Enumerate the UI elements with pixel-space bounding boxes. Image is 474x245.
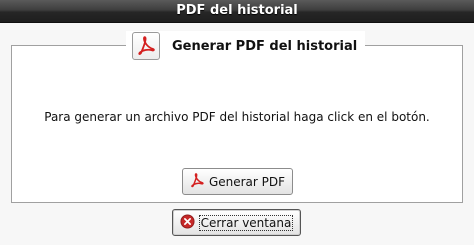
window-title: PDF del historial (176, 3, 298, 18)
window-titlebar[interactable]: PDF del historial (0, 0, 474, 23)
panel-legend: Generar PDF del historial (126, 31, 366, 61)
pdf-icon (190, 172, 204, 191)
generate-pdf-button[interactable]: Generar PDF (182, 168, 293, 195)
generate-pdf-label: Generar PDF (208, 174, 286, 189)
close-window-label: Cerrar ventana (198, 214, 294, 231)
pdf-icon (132, 32, 160, 60)
close-circle-icon (180, 213, 195, 232)
panel-title: Generar PDF del historial (172, 38, 358, 54)
instruction-text: Para generar un archivo PDF del historia… (44, 110, 430, 124)
close-window-button[interactable]: Cerrar ventana (172, 209, 301, 236)
